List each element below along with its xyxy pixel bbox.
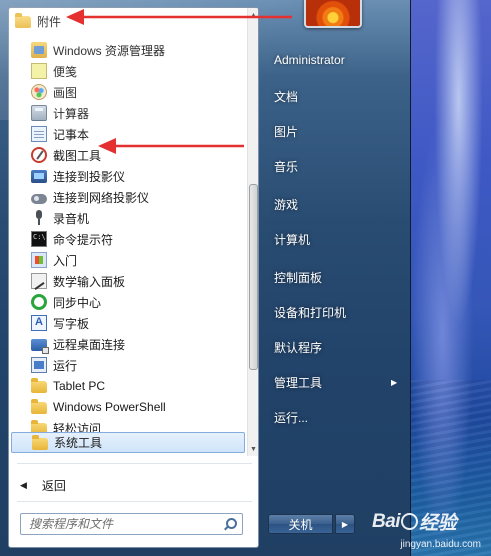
getting-started-icon	[31, 252, 47, 268]
list-item-label: Tablet PC	[53, 379, 106, 393]
desktop-wallpaper	[410, 0, 491, 556]
list-item-label: 远程桌面连接	[53, 337, 126, 352]
list-item-system-tools[interactable]: 系统工具	[11, 432, 245, 453]
list-item-run[interactable]: 运行	[11, 355, 245, 375]
remote-desktop-icon	[31, 339, 49, 354]
list-item-sound-recorder[interactable]: 录音机	[11, 208, 245, 228]
accessories-folder[interactable]: 附件	[11, 11, 245, 31]
projector-icon	[31, 170, 47, 183]
shutdown-options-arrow-icon[interactable]: ▶	[335, 514, 355, 534]
list-item-tablet-pc[interactable]: Tablet PC	[11, 376, 245, 396]
back-arrow-icon: ◀	[20, 479, 27, 490]
list-item-sticky-notes[interactable]: 便笺	[11, 61, 245, 81]
list-item-calculator[interactable]: 计算器	[11, 103, 245, 123]
list-item-label: 画图	[53, 85, 78, 100]
list-item-label: Windows PowerShell	[53, 400, 166, 414]
shutdown-button[interactable]: 关机	[268, 514, 333, 534]
nav-documents[interactable]: 文档	[274, 88, 298, 105]
nav-music[interactable]: 音乐	[274, 158, 298, 175]
user-avatar[interactable]	[304, 0, 362, 28]
list-item-label: 连接到网络投影仪	[53, 190, 150, 205]
baidu-logo-text-cn: 经验	[419, 513, 457, 534]
back-label: 返回	[41, 478, 66, 493]
list-item-label: 截图工具	[53, 148, 102, 163]
list-item-remote-desktop[interactable]: 远程桌面连接	[11, 334, 245, 354]
all-programs-list: 附件 Windows 资源管理器 便笺 画图 计算器 记事本 截图工具 连接到投…	[9, 8, 247, 456]
list-item-label: 运行	[53, 358, 78, 373]
nav-devices-printers[interactable]: 设备和打印机	[274, 304, 346, 321]
list-item-powershell[interactable]: Windows PowerShell	[11, 397, 245, 417]
list-item-snipping-tool[interactable]: 截图工具	[11, 145, 245, 165]
list-item-label: 写字板	[53, 316, 90, 331]
programs-panel: 附件 Windows 资源管理器 便笺 画图 计算器 记事本 截图工具 连接到投…	[8, 7, 259, 548]
list-item-label: 连接到投影仪	[53, 169, 126, 184]
list-item-label: 入门	[53, 253, 78, 268]
scroll-down-arrow-icon[interactable]: ▼	[248, 442, 258, 456]
command-prompt-icon	[31, 231, 47, 247]
list-item-wordpad[interactable]: 写字板	[11, 313, 245, 333]
list-item-notepad[interactable]: 记事本	[11, 124, 245, 144]
nav-default-programs[interactable]: 默认程序	[274, 339, 322, 356]
folder-icon	[31, 399, 47, 414]
divider	[17, 501, 252, 502]
shutdown-group: 关机 ▶	[268, 514, 355, 536]
list-item-command-prompt[interactable]: 命令提示符	[11, 229, 245, 249]
calculator-icon	[31, 105, 47, 121]
programs-scrollbar[interactable]: ▲ ▼	[247, 8, 258, 456]
search-icon[interactable]	[222, 516, 238, 532]
nav-control-panel[interactable]: 控制面板	[274, 269, 322, 286]
back-button[interactable]: ◀ 返回	[11, 474, 245, 496]
list-item-label: 系统工具	[54, 436, 103, 450]
run-icon	[31, 357, 47, 373]
scroll-up-arrow-icon[interactable]: ▲	[248, 8, 258, 22]
wordpad-icon	[31, 315, 47, 331]
nav-computer[interactable]: 计算机	[274, 231, 310, 248]
snipping-tool-icon	[31, 147, 47, 163]
list-item-label: 录音机	[53, 211, 90, 226]
list-item-math-input[interactable]: 数学输入面板	[11, 271, 245, 291]
folder-icon	[32, 434, 48, 450]
paint-icon	[31, 84, 47, 100]
network-projector-icon	[31, 193, 47, 204]
baidu-logo: Bai 经验	[372, 508, 487, 535]
list-item-label: 记事本	[53, 127, 90, 142]
list-item-label: Windows 资源管理器	[53, 43, 166, 58]
nav-games[interactable]: 游戏	[274, 196, 298, 213]
scroll-thumb[interactable]	[249, 184, 258, 370]
list-item-sync-center[interactable]: 同步中心	[11, 292, 245, 312]
nav-pictures[interactable]: 图片	[274, 123, 298, 140]
explorer-icon	[31, 42, 47, 58]
search-box[interactable]	[20, 513, 243, 535]
list-item-projector[interactable]: 连接到投影仪	[11, 166, 245, 186]
submenu-arrow-icon: ▶	[391, 378, 398, 387]
baidu-watermark: Bai 经验 jingyan.baidu.com	[372, 508, 487, 552]
watermark-url: jingyan.baidu.com	[400, 539, 481, 550]
list-item-getting-started[interactable]: 入门	[11, 250, 245, 270]
math-input-icon	[31, 273, 47, 289]
list-item-label: 同步中心	[53, 295, 102, 310]
baidu-paw-icon	[401, 513, 419, 530]
list-item-explorer[interactable]: Windows 资源管理器	[11, 40, 245, 60]
list-item-label: 命令提示符	[53, 232, 114, 247]
divider	[17, 463, 252, 464]
nav-admin-tools[interactable]: 管理工具	[274, 374, 322, 391]
folder-icon	[31, 378, 47, 393]
list-item-network-projector[interactable]: 连接到网络投影仪	[11, 187, 245, 207]
sticky-notes-icon	[31, 63, 47, 79]
nav-user[interactable]: Administrator	[274, 53, 345, 67]
list-item-paint[interactable]: 画图	[11, 82, 245, 102]
list-item-label: 数学输入面板	[53, 274, 126, 289]
search-input[interactable]	[21, 516, 222, 532]
list-item-label: 计算器	[53, 106, 90, 121]
start-menu: 附件 Windows 资源管理器 便笺 画图 计算器 记事本 截图工具 连接到投…	[0, 0, 411, 556]
list-item-label: 附件	[37, 14, 62, 29]
notepad-icon	[31, 126, 47, 142]
sync-center-icon	[31, 294, 47, 310]
folder-icon	[15, 13, 31, 28]
nav-run[interactable]: 运行...	[274, 409, 308, 426]
list-item-label: 便笺	[53, 64, 78, 79]
microphone-icon	[31, 210, 47, 226]
baidu-logo-text: Bai	[372, 510, 401, 532]
